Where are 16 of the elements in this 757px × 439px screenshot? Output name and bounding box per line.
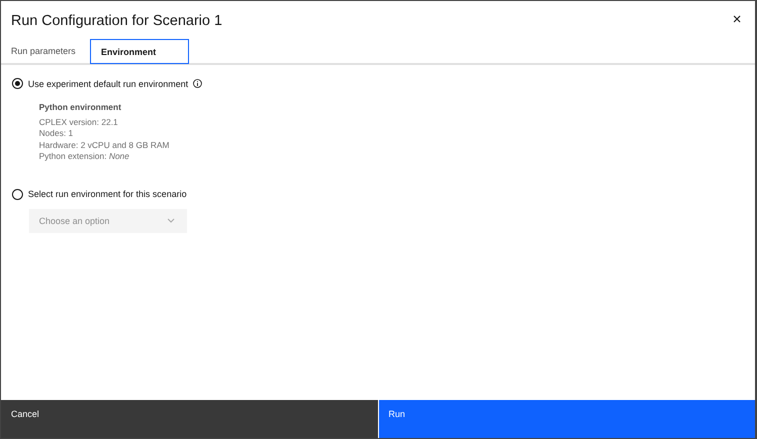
tab[interactable]: Run parameters [1, 39, 90, 63]
dialog-title: Run Configuration for Scenario 1 [11, 13, 222, 29]
tab[interactable]: Environment [90, 39, 189, 64]
radio-button[interactable] [12, 188, 23, 200]
chevron-icon [167, 218, 175, 223]
cancel-button[interactable]: Cancel [1, 400, 378, 438]
option-label: Use experiment default run environment [28, 78, 188, 88]
option-label: Select run environment for this scenario [28, 189, 187, 199]
environment-heading: Python environment [39, 102, 122, 114]
radio-button[interactable] [12, 78, 23, 89]
info-icon[interactable] [193, 79, 202, 88]
environment-detail: CPLEX version: 22.1 [39, 116, 119, 128]
environment-detail: Python extension: None [39, 151, 130, 162]
environment-detail: Hardware: 2 vCPU and 8 GB RAM [39, 140, 170, 151]
environment-detail: Nodes: 1 [39, 128, 74, 140]
run-button[interactable]: Run [378, 400, 755, 438]
